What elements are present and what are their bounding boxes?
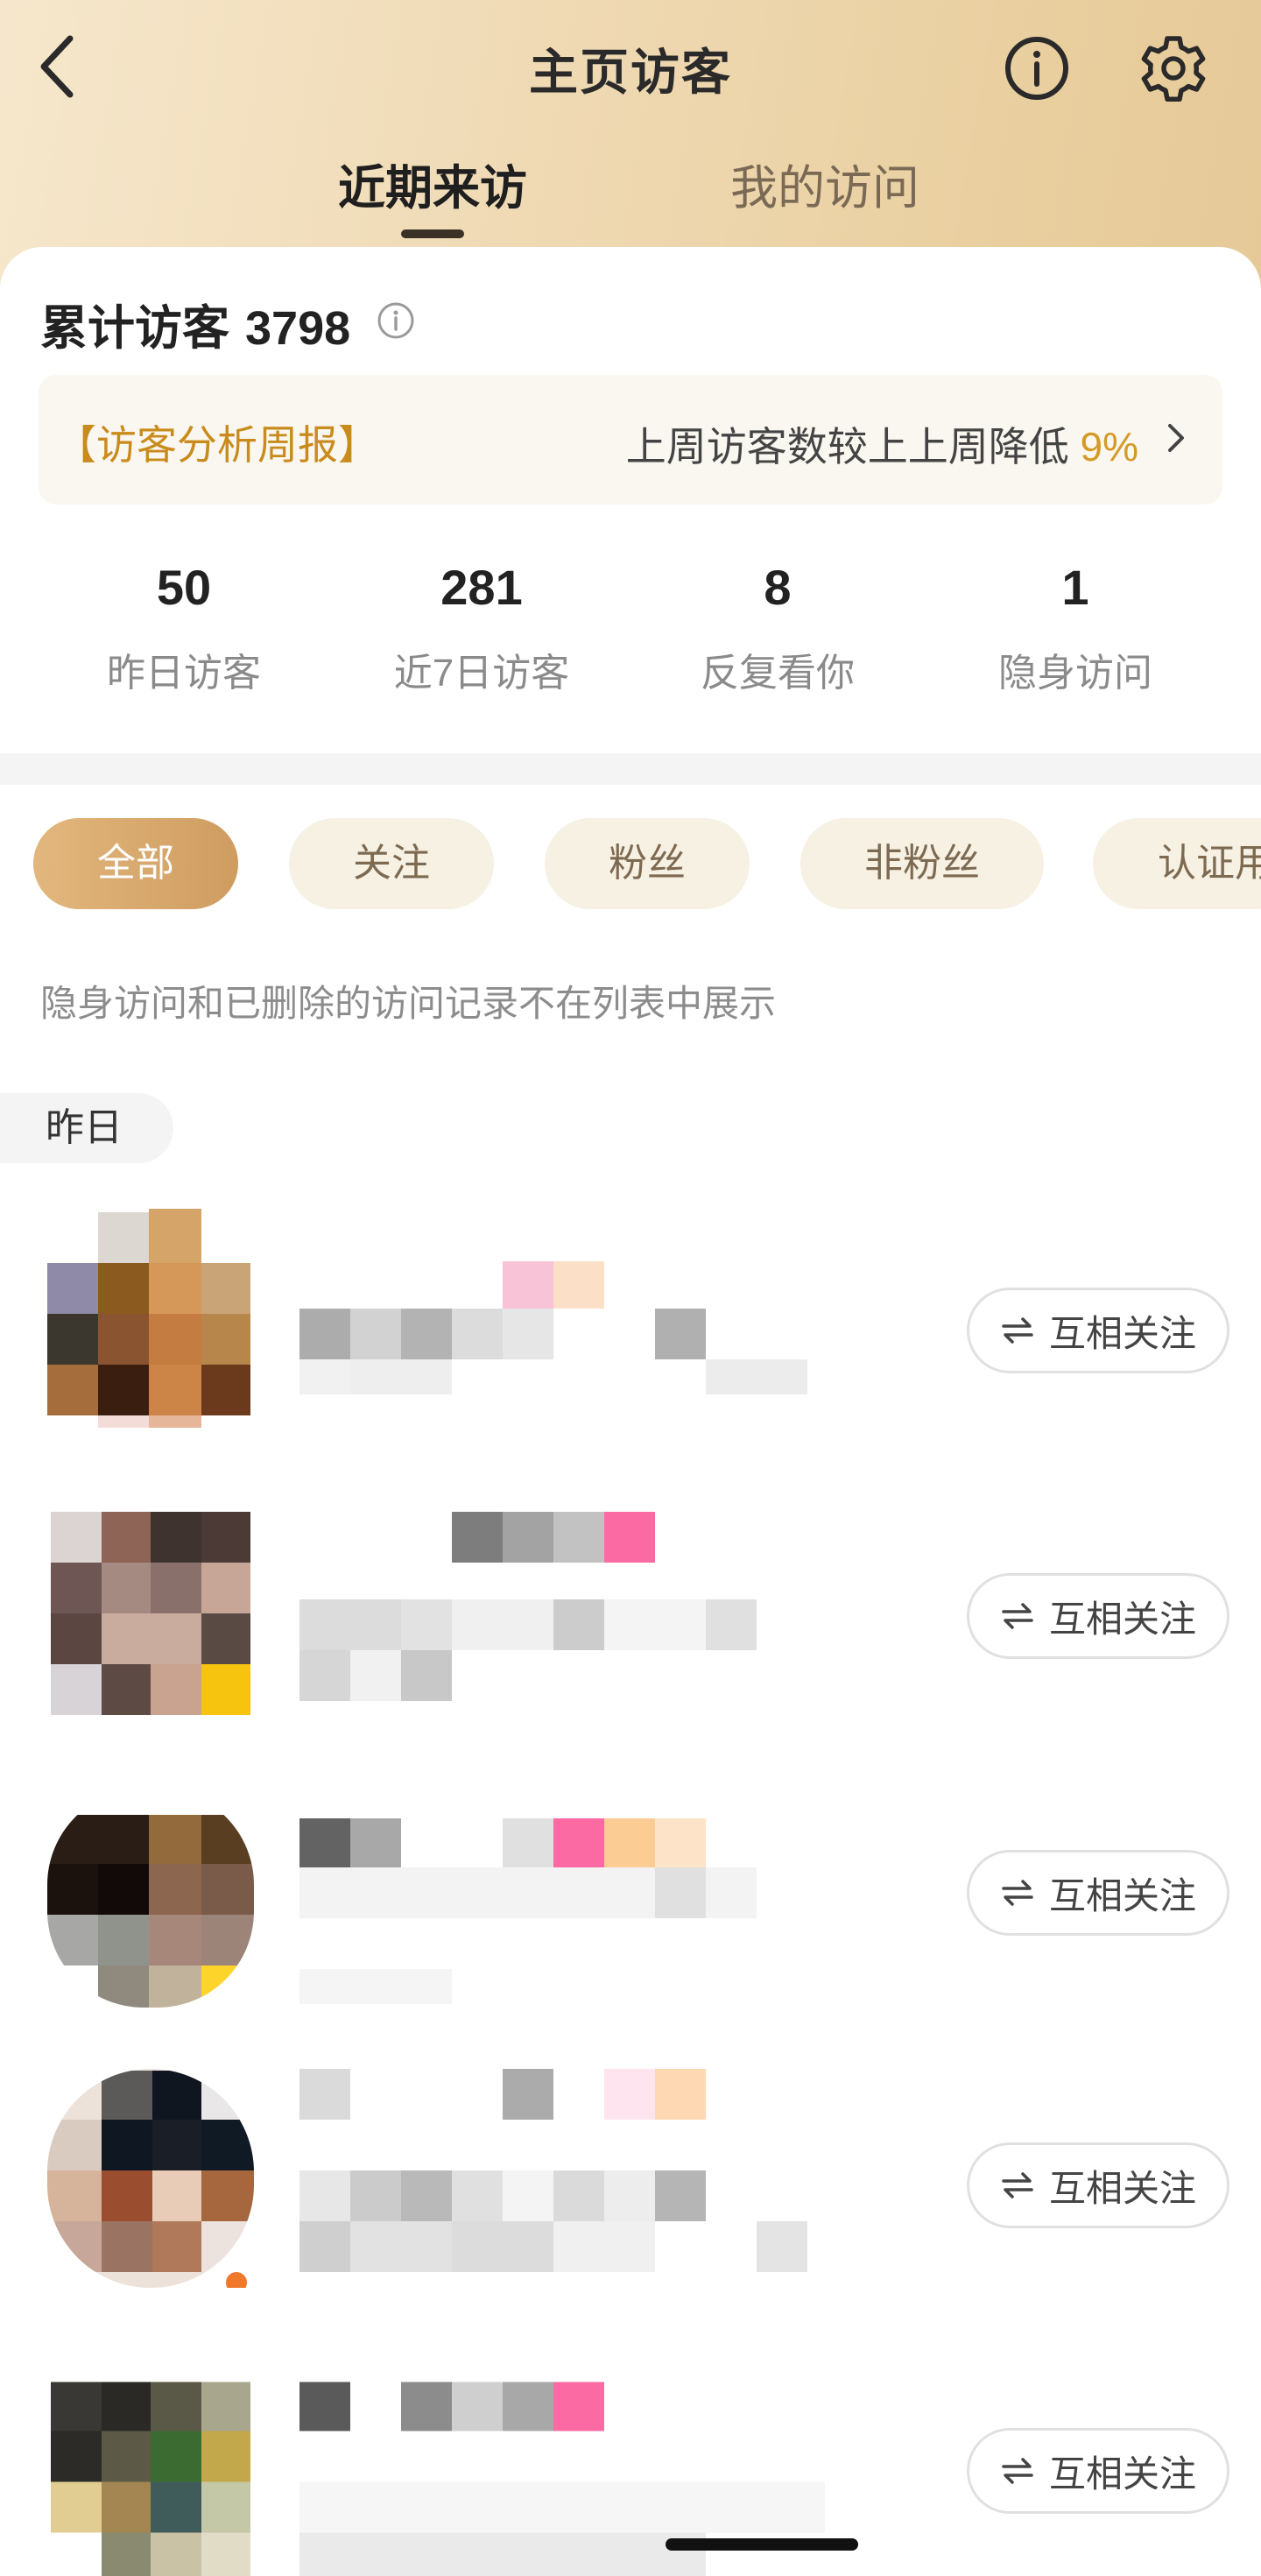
filter-verified[interactable]: 认证用 bbox=[1093, 818, 1261, 909]
stat-label: 近7日访客 bbox=[393, 652, 570, 695]
tab-my-visits[interactable]: 我的访问 bbox=[730, 149, 919, 218]
mutual-follow-label: 互相关注 bbox=[1048, 2167, 1196, 2209]
visitor-row[interactable]: 互相关注 bbox=[0, 1789, 1261, 2051]
weekly-report-title: 【访客分析周报】 bbox=[56, 422, 378, 468]
mutual-follow-button[interactable]: 互相关注 bbox=[967, 2142, 1229, 2228]
stat-label: 隐身访问 bbox=[998, 652, 1152, 695]
blurred-avatar[interactable] bbox=[47, 2069, 254, 2288]
info-circle-icon[interactable] bbox=[1004, 35, 1070, 102]
blurred-user-info bbox=[299, 1818, 757, 2004]
stat-label: 昨日访客 bbox=[107, 652, 261, 695]
stat-repeat-visits[interactable]: 8 反复看你 bbox=[646, 557, 909, 697]
mutual-follow-label: 互相关注 bbox=[1048, 1312, 1196, 1354]
mutual-follow-button[interactable]: 互相关注 bbox=[967, 2428, 1229, 2514]
stat-value: 50 bbox=[156, 560, 212, 615]
blurred-user-info bbox=[299, 1512, 757, 1701]
mutual-follow-label: 互相关注 bbox=[1048, 2452, 1196, 2495]
mutual-follow-icon bbox=[1002, 1317, 1033, 1344]
mutual-follow-icon bbox=[1002, 1603, 1033, 1629]
filter-following[interactable]: 关注 bbox=[289, 818, 494, 909]
blurred-avatar[interactable] bbox=[47, 1789, 254, 2008]
stat-last-7-days[interactable]: 281 近7日访客 bbox=[350, 557, 613, 697]
mutual-follow-button[interactable]: 互相关注 bbox=[967, 1288, 1229, 1373]
weekly-report-percent: 9% bbox=[1080, 424, 1138, 469]
stat-value: 8 bbox=[764, 560, 792, 615]
total-visitors-label: 累计访客 bbox=[40, 302, 229, 355]
stat-label: 反复看你 bbox=[701, 652, 855, 695]
mutual-follow-icon bbox=[1002, 2172, 1033, 2198]
blurred-user-info bbox=[299, 2069, 807, 2272]
mutual-follow-button[interactable]: 互相关注 bbox=[967, 1573, 1229, 1659]
visitor-row[interactable]: 互相关注 bbox=[0, 2374, 1261, 2576]
visitor-stats: 50 昨日访客 281 近7日访客 8 反复看你 1 隐身访问 bbox=[0, 557, 1261, 697]
filter-fans[interactable]: 粉丝 bbox=[545, 818, 750, 909]
blurred-user-info bbox=[299, 1261, 807, 1394]
chevron-right-icon bbox=[1168, 424, 1184, 452]
visitor-row[interactable]: 互相关注 bbox=[0, 1209, 1261, 1471]
home-indicator[interactable] bbox=[666, 2538, 858, 2551]
stat-value: 1 bbox=[1061, 560, 1089, 615]
mutual-follow-label: 互相关注 bbox=[1048, 1598, 1196, 1640]
filter-non-fans[interactable]: 非粉丝 bbox=[800, 818, 1044, 909]
date-section-label: 昨日 bbox=[0, 1093, 173, 1163]
total-visitors: 累计访客 3798 bbox=[40, 289, 350, 355]
gear-icon[interactable] bbox=[1138, 33, 1208, 103]
weekly-report-banner[interactable]: 【访客分析周报】 上周访客数较上上周降低 9% bbox=[39, 375, 1222, 505]
mutual-follow-icon bbox=[1002, 2458, 1033, 2484]
mutual-follow-label: 互相关注 bbox=[1048, 1874, 1196, 1916]
mutual-follow-icon bbox=[1002, 1880, 1033, 1906]
section-divider bbox=[0, 753, 1261, 785]
total-visitors-count: 3798 bbox=[245, 302, 351, 355]
stat-value: 281 bbox=[440, 560, 523, 615]
visitor-row[interactable]: 互相关注 bbox=[0, 1512, 1261, 1775]
mutual-follow-button[interactable]: 互相关注 bbox=[967, 1850, 1229, 1936]
blurred-avatar[interactable] bbox=[47, 2374, 254, 2576]
weekly-report-summary: 上周访客数较上上周降低 9% bbox=[626, 415, 1138, 473]
page-title: 主页访客 bbox=[529, 45, 732, 100]
stat-hidden-visits[interactable]: 1 隐身访问 bbox=[944, 557, 1207, 697]
active-tab-indicator bbox=[401, 229, 464, 238]
blurred-avatar[interactable] bbox=[47, 1512, 254, 1731]
tab-recent-visits[interactable]: 近期来访 bbox=[338, 149, 527, 218]
blurred-avatar[interactable] bbox=[47, 1209, 254, 1428]
filter-all[interactable]: 全部 bbox=[33, 818, 238, 909]
info-circle-icon[interactable] bbox=[377, 301, 415, 340]
privacy-notice: 隐身访问和已删除的访问记录不在列表中展示 bbox=[40, 983, 777, 1024]
visitor-row[interactable]: 互相关注 bbox=[0, 2069, 1261, 2332]
top-bar: 主页访客 bbox=[0, 0, 1261, 140]
stat-yesterday[interactable]: 50 昨日访客 bbox=[53, 557, 315, 697]
weekly-report-text: 上周访客数较上上周降低 bbox=[625, 424, 1069, 469]
